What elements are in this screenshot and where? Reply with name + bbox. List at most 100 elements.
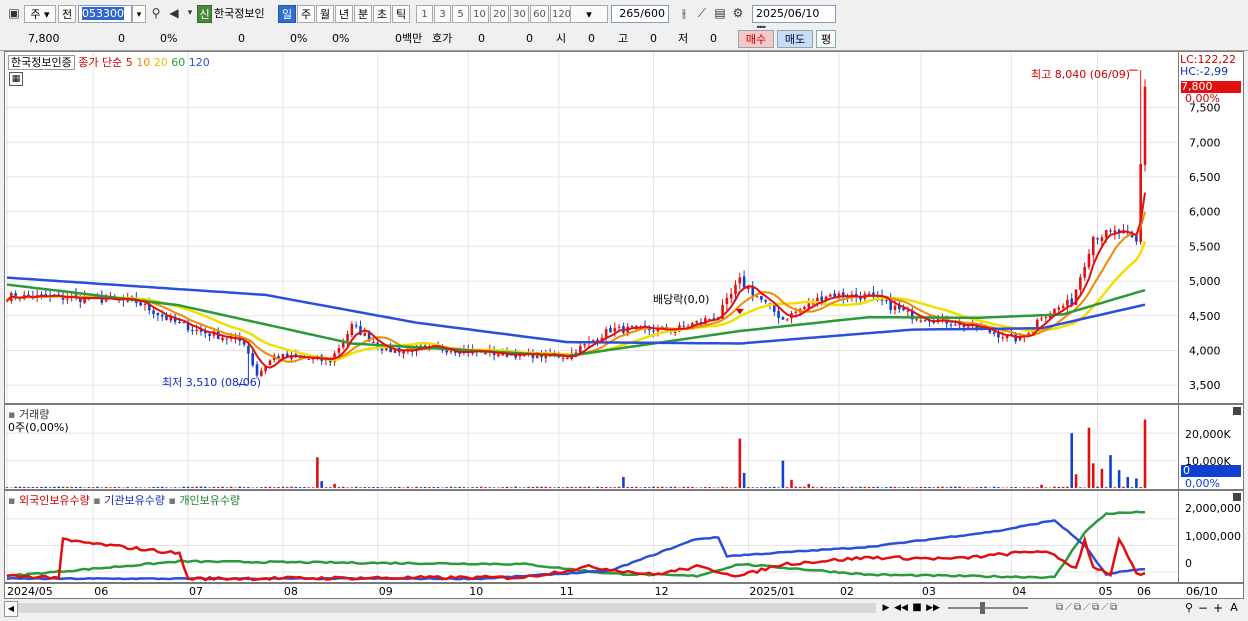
candle-icon[interactable]: ⫲: [676, 5, 692, 21]
zoom-slider[interactable]: [948, 607, 1028, 609]
volume-bar: [1066, 486, 1069, 488]
volume-bar: [449, 486, 453, 488]
forward-icon[interactable]: ▶▶: [926, 601, 940, 615]
volume-bar: [264, 486, 267, 488]
candle-body: [160, 314, 164, 317]
candle-body: [820, 296, 823, 302]
minute-custom-select[interactable]: ▾: [570, 5, 608, 23]
minute-button-1[interactable]: 3: [434, 5, 451, 23]
period-button-2[interactable]: 월: [316, 5, 334, 23]
count-input[interactable]: 265/600: [611, 5, 669, 23]
price-chart[interactable]: [5, 52, 1179, 404]
code-dropdown-icon[interactable]: ▾: [132, 5, 146, 23]
printer-icon[interactable]: ▤: [712, 5, 728, 21]
holdings-legend-icon-0: ▪: [8, 494, 19, 507]
candle-body: [596, 339, 599, 341]
volume-bar: [928, 487, 931, 488]
candle-body: [1113, 230, 1117, 233]
type-select[interactable]: 주 ▾: [24, 5, 56, 23]
play-icon[interactable]: ▶: [880, 601, 892, 615]
buy-button[interactable]: 매수: [738, 30, 774, 48]
period-button-4[interactable]: 분: [354, 5, 372, 23]
price-panel[interactable]: 한국정보인증 종가 단순 5 10 20 60 120 ▦ 최고 8,040 (…: [4, 51, 1179, 404]
volume-chart[interactable]: [5, 405, 1179, 490]
volume-bar: [458, 486, 461, 488]
holdings-close-icon[interactable]: [1233, 493, 1241, 501]
zoom-in-icon[interactable]: +: [1212, 601, 1224, 615]
volume-bar: [423, 487, 427, 488]
candle-body: [1040, 318, 1043, 320]
volume-bar: [1109, 455, 1112, 488]
volume-bar: [173, 487, 177, 488]
sell-button[interactable]: 매도: [777, 30, 813, 48]
prev-button[interactable]: 전: [58, 5, 76, 23]
high-annotation: 최고 8,040 (06/09): [1030, 68, 1130, 81]
volume-bar: [1091, 463, 1095, 488]
date-input[interactable]: 2025/06/10 ▦: [752, 5, 836, 36]
minute-button-6[interactable]: 60: [530, 5, 549, 23]
speaker-dropdown-icon[interactable]: ▾: [182, 5, 198, 21]
dividend-annotation: 배당락(0,0): [653, 293, 710, 306]
hoga-v1: 0: [478, 32, 485, 45]
zoom-search-icon[interactable]: ⚲: [1182, 601, 1196, 615]
stock-code-input[interactable]: 053300: [78, 5, 132, 23]
volume-panel[interactable]: ▪ 거래량 0주(0,00%): [4, 404, 1179, 490]
speaker-icon[interactable]: ◀: [166, 5, 182, 21]
gear-icon[interactable]: ⚙: [730, 5, 746, 21]
period-button-1[interactable]: 주: [297, 5, 315, 23]
volume-bar: [906, 486, 910, 488]
minute-button-5[interactable]: 30: [510, 5, 529, 23]
x-tick-label: 09: [379, 585, 393, 598]
volume-bar: [902, 487, 905, 488]
avg-button[interactable]: 평: [816, 30, 836, 48]
zoom-out-icon[interactable]: −: [1197, 601, 1209, 615]
candle-body: [152, 310, 155, 314]
volume-bar: [829, 487, 832, 488]
legend-ma10: 10: [136, 56, 151, 69]
zoom-slider-handle[interactable]: [980, 602, 985, 614]
volume-bar: [742, 472, 746, 488]
drawing-tools-icon[interactable]: ⧉⟋⧉⟋⧉⟋⧉: [1056, 601, 1166, 615]
volume-bar: [910, 487, 914, 488]
volume-bar: [872, 487, 875, 488]
holdings-legend: ▪ 외국인보유수량 ▪ 기관보유수량 ▪ 개인보유수량: [8, 492, 240, 508]
candle-body: [182, 322, 186, 324]
period-button-6[interactable]: 틱: [392, 5, 410, 23]
minute-button-0[interactable]: 1: [416, 5, 433, 23]
candle-body: [781, 317, 785, 320]
minute-button-3[interactable]: 10: [470, 5, 489, 23]
minute-button-4[interactable]: 20: [490, 5, 509, 23]
auto-scale-icon[interactable]: A: [1228, 601, 1240, 615]
candle-body: [583, 344, 586, 346]
volume-bar: [958, 486, 961, 488]
legend-retail: 개인보유수량: [179, 494, 241, 507]
volume-bar: [716, 487, 720, 488]
holdings-panel[interactable]: ▪ 외국인보유수량 ▪ 기관보유수량 ▪ 개인보유수량: [4, 490, 1179, 583]
low-value: 0: [710, 32, 717, 45]
search-icon[interactable]: ⚲: [148, 5, 164, 21]
hoga-label: 호가: [432, 32, 453, 45]
volume-value: 0주(0,00%): [8, 421, 69, 434]
rewind-icon[interactable]: ◀◀: [894, 601, 908, 615]
volume-bar: [557, 487, 561, 488]
scroll-track[interactable]: [18, 603, 876, 613]
volume-bar: [954, 486, 957, 488]
stop-icon[interactable]: ■: [911, 601, 923, 615]
window-icon[interactable]: ▣: [6, 5, 22, 21]
period-button-3[interactable]: 년: [335, 5, 353, 23]
grid-toggle-icon[interactable]: ▦: [9, 72, 23, 86]
minute-button-2[interactable]: 5: [452, 5, 469, 23]
chart-scrollbar[interactable]: ◀ ▶ ◀◀ ■ ▶▶ ⧉⟋⧉⟋⧉⟋⧉ ⚲ − + A: [4, 600, 1244, 618]
line-tool-icon[interactable]: ⟋: [694, 5, 710, 21]
volume-close-icon[interactable]: [1233, 407, 1241, 415]
open-label: 시: [556, 32, 567, 45]
count-value: 265: [619, 7, 641, 20]
volume-bar: [505, 486, 509, 488]
volume-bar: [74, 486, 78, 488]
period-button-5[interactable]: 초: [373, 5, 391, 23]
volume-bar: [1079, 487, 1082, 488]
period-button-0[interactable]: 일: [278, 5, 296, 23]
scroll-left-icon[interactable]: ◀: [4, 601, 18, 617]
high-label: 고: [618, 32, 629, 45]
volume-bar: [656, 486, 660, 488]
